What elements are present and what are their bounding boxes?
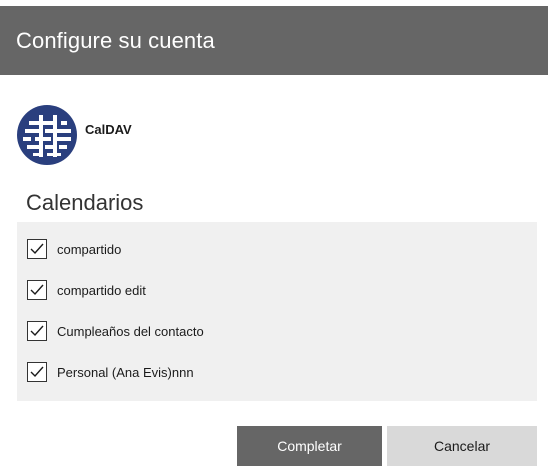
calendar-label: Personal (Ana Evis)nnn [57,365,194,380]
calendar-item-compartido-edit[interactable]: compartido edit [17,273,537,309]
account-name: CalDAV [85,122,132,137]
checkmark-icon [30,325,44,337]
calendar-item-cumpleanos[interactable]: Cumpleaños del contacto [17,314,537,350]
calendars-heading: Calendarios [26,190,144,215]
calendar-item-personal[interactable]: Personal (Ana Evis)nnn [17,355,537,391]
calendar-checkbox[interactable] [27,321,47,341]
dialog-title: Configure su cuenta [16,28,215,53]
calendars-list: compartido compartido edit Cumpleaños de… [17,222,537,401]
caldav-globe-icon [17,105,77,165]
calendar-checkbox[interactable] [27,280,47,300]
checkmark-icon [30,366,44,378]
calendar-checkbox[interactable] [27,239,47,259]
complete-button[interactable]: Completar [237,426,382,466]
account-header: CalDAV [17,105,317,165]
checkmark-icon [30,284,44,296]
calendar-item-compartido[interactable]: compartido [17,232,537,268]
calendar-label: compartido edit [57,283,146,298]
cancel-button[interactable]: Cancelar [387,426,537,466]
checkmark-icon [30,243,44,255]
dialog-titlebar: Configure su cuenta [0,6,548,75]
calendar-checkbox[interactable] [27,362,47,382]
calendar-label: Cumpleaños del contacto [57,324,204,339]
calendar-label: compartido [57,242,122,257]
